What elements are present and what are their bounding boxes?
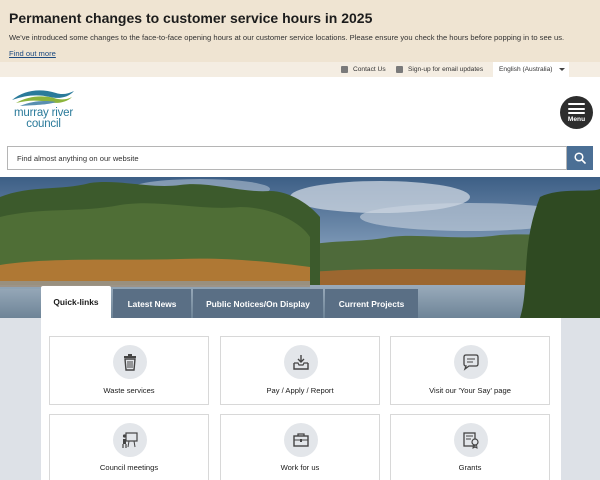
language-label: English (Australia) bbox=[499, 66, 553, 73]
email-signup-link[interactable]: Sign-up for email updates bbox=[396, 62, 483, 77]
menu-button[interactable]: Menu bbox=[560, 96, 593, 129]
card-icon-circle bbox=[284, 345, 318, 379]
search-field bbox=[7, 146, 567, 170]
card-your-say[interactable]: Visit our 'Your Say' page bbox=[390, 336, 550, 405]
phone-icon bbox=[341, 66, 348, 73]
tab-public-notices[interactable]: Public Notices/On Display bbox=[193, 289, 323, 318]
bin-icon bbox=[124, 354, 136, 371]
logo-line-2: council bbox=[26, 118, 61, 130]
council-logo[interactable]: murray river council bbox=[6, 88, 81, 136]
card-label: Visit our 'Your Say' page bbox=[429, 386, 511, 395]
card-icon-circle bbox=[454, 423, 488, 457]
speech-bubble-icon bbox=[463, 354, 479, 371]
card-waste-services[interactable]: Waste services bbox=[49, 336, 209, 405]
card-pay-apply-report[interactable]: Pay / Apply / Report bbox=[220, 336, 380, 405]
card-icon-circle bbox=[454, 345, 488, 379]
language-select[interactable]: English (Australia) bbox=[493, 62, 569, 77]
card-grants[interactable]: Grants bbox=[390, 414, 550, 480]
card-label: Grants bbox=[458, 463, 482, 472]
presentation-icon bbox=[122, 432, 138, 448]
card-council-meetings[interactable]: Council meetings bbox=[49, 414, 209, 480]
inbox-icon bbox=[293, 355, 309, 370]
card-label: Work for us bbox=[280, 463, 320, 472]
tab-latest-news[interactable]: Latest News bbox=[113, 289, 191, 318]
tab-quick-links[interactable]: Quick-links bbox=[41, 286, 111, 318]
card-label: Waste services bbox=[103, 386, 155, 395]
search-icon bbox=[574, 152, 586, 164]
card-label: Council meetings bbox=[99, 463, 159, 472]
menu-label: Menu bbox=[567, 116, 586, 123]
search-button[interactable] bbox=[567, 146, 593, 170]
contact-us-link[interactable]: Contact Us bbox=[341, 62, 386, 77]
certificate-icon bbox=[463, 432, 479, 449]
briefcase-icon bbox=[293, 433, 309, 447]
banner-text: We've introduced some changes to the fac… bbox=[9, 33, 565, 42]
banner-find-out-more-link[interactable]: Find out more bbox=[9, 49, 56, 58]
hamburger-icon bbox=[568, 103, 585, 117]
banner-title: Permanent changes to customer service ho… bbox=[9, 10, 373, 26]
email-icon bbox=[396, 66, 403, 73]
river-logo-icon bbox=[12, 90, 74, 106]
quick-links-panel: Waste services Pay / Apply / Report Visi… bbox=[41, 318, 561, 480]
card-icon-circle bbox=[113, 423, 147, 457]
tab-current-projects[interactable]: Current Projects bbox=[325, 289, 418, 318]
email-signup-label: Sign-up for email updates bbox=[408, 66, 484, 73]
contact-us-label: Contact Us bbox=[353, 66, 386, 73]
card-label: Pay / Apply / Report bbox=[266, 386, 334, 395]
card-icon-circle bbox=[284, 423, 318, 457]
card-icon-circle bbox=[113, 345, 147, 379]
card-work-for-us[interactable]: Work for us bbox=[220, 414, 380, 480]
chevron-down-icon bbox=[558, 68, 565, 71]
announcement-banner: Permanent changes to customer service ho… bbox=[0, 0, 600, 62]
logo-wordmark: murray river council bbox=[6, 107, 81, 130]
utility-bar: Contact Us Sign-up for email updates Eng… bbox=[0, 62, 600, 77]
search-input[interactable] bbox=[8, 147, 566, 169]
